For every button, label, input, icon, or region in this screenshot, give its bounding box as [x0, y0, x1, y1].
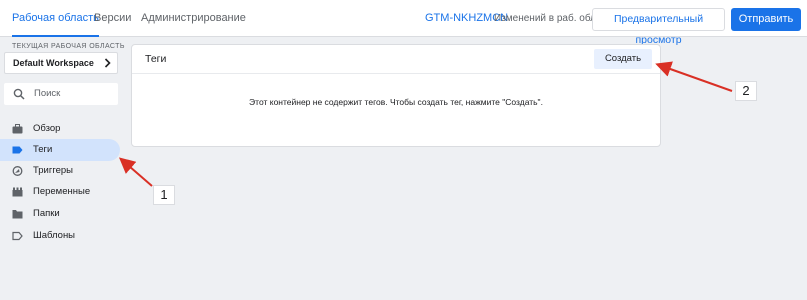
folder-icon	[12, 210, 23, 219]
callout-1: 1	[153, 185, 175, 205]
current-workspace-label: ТЕКУЩАЯ РАБОЧАЯ ОБЛАСТЬ	[12, 43, 125, 50]
trigger-icon	[12, 166, 23, 176]
submit-button[interactable]: Отправить	[731, 8, 801, 31]
sidebar-item-triggers[interactable]: Триггеры	[0, 160, 120, 182]
briefcase-icon	[12, 124, 23, 134]
search-placeholder: Поиск	[34, 88, 61, 99]
workspace-selector[interactable]: Default Workspace	[4, 52, 118, 74]
create-button[interactable]: Создать	[594, 49, 652, 69]
tags-card: Теги Создать Этот контейнер не содержит …	[131, 44, 661, 147]
card-header: Теги Создать	[132, 45, 660, 74]
sidebar-item-variables[interactable]: Переменные	[0, 181, 120, 203]
tab-versions[interactable]: Версии	[94, 0, 131, 37]
sidebar-item-label: Папки	[33, 208, 60, 219]
empty-state-message: Этот контейнер не содержит тегов. Чтобы …	[249, 97, 543, 107]
sidebar-item-label: Обзор	[33, 123, 61, 134]
preview-button[interactable]: Предварительный просмотр	[592, 8, 725, 46]
arrow-to-tags	[118, 157, 153, 187]
template-icon	[12, 231, 23, 241]
sidebar-item-label: Переменные	[33, 186, 91, 197]
tab-workspace[interactable]: Рабочая область	[12, 0, 99, 37]
sidebar-item-overview[interactable]: Обзор	[0, 118, 120, 140]
callout-2: 2	[735, 81, 757, 101]
variables-icon	[12, 187, 23, 197]
sidebar-item-label: Триггеры	[33, 165, 73, 176]
card-title: Теги	[145, 53, 167, 65]
sidebar-item-tags[interactable]: Теги	[0, 139, 120, 161]
sidebar-item-label: Теги	[33, 144, 53, 155]
top-bar: Рабочая область Версии Администрирование…	[0, 0, 807, 46]
sidebar-item-folders[interactable]: Папки	[0, 203, 120, 225]
sidebar-item-label: Шаблоны	[33, 230, 76, 241]
sidebar-item-templates[interactable]: Шаблоны	[0, 225, 120, 247]
chevron-right-icon	[104, 53, 111, 81]
search-input[interactable]: Поиск	[4, 83, 118, 105]
tab-admin[interactable]: Администрирование	[141, 0, 246, 37]
workspace-name: Default Workspace	[13, 58, 94, 68]
tag-icon	[12, 146, 23, 154]
search-icon	[13, 88, 25, 100]
arrow-to-create	[655, 61, 733, 92]
